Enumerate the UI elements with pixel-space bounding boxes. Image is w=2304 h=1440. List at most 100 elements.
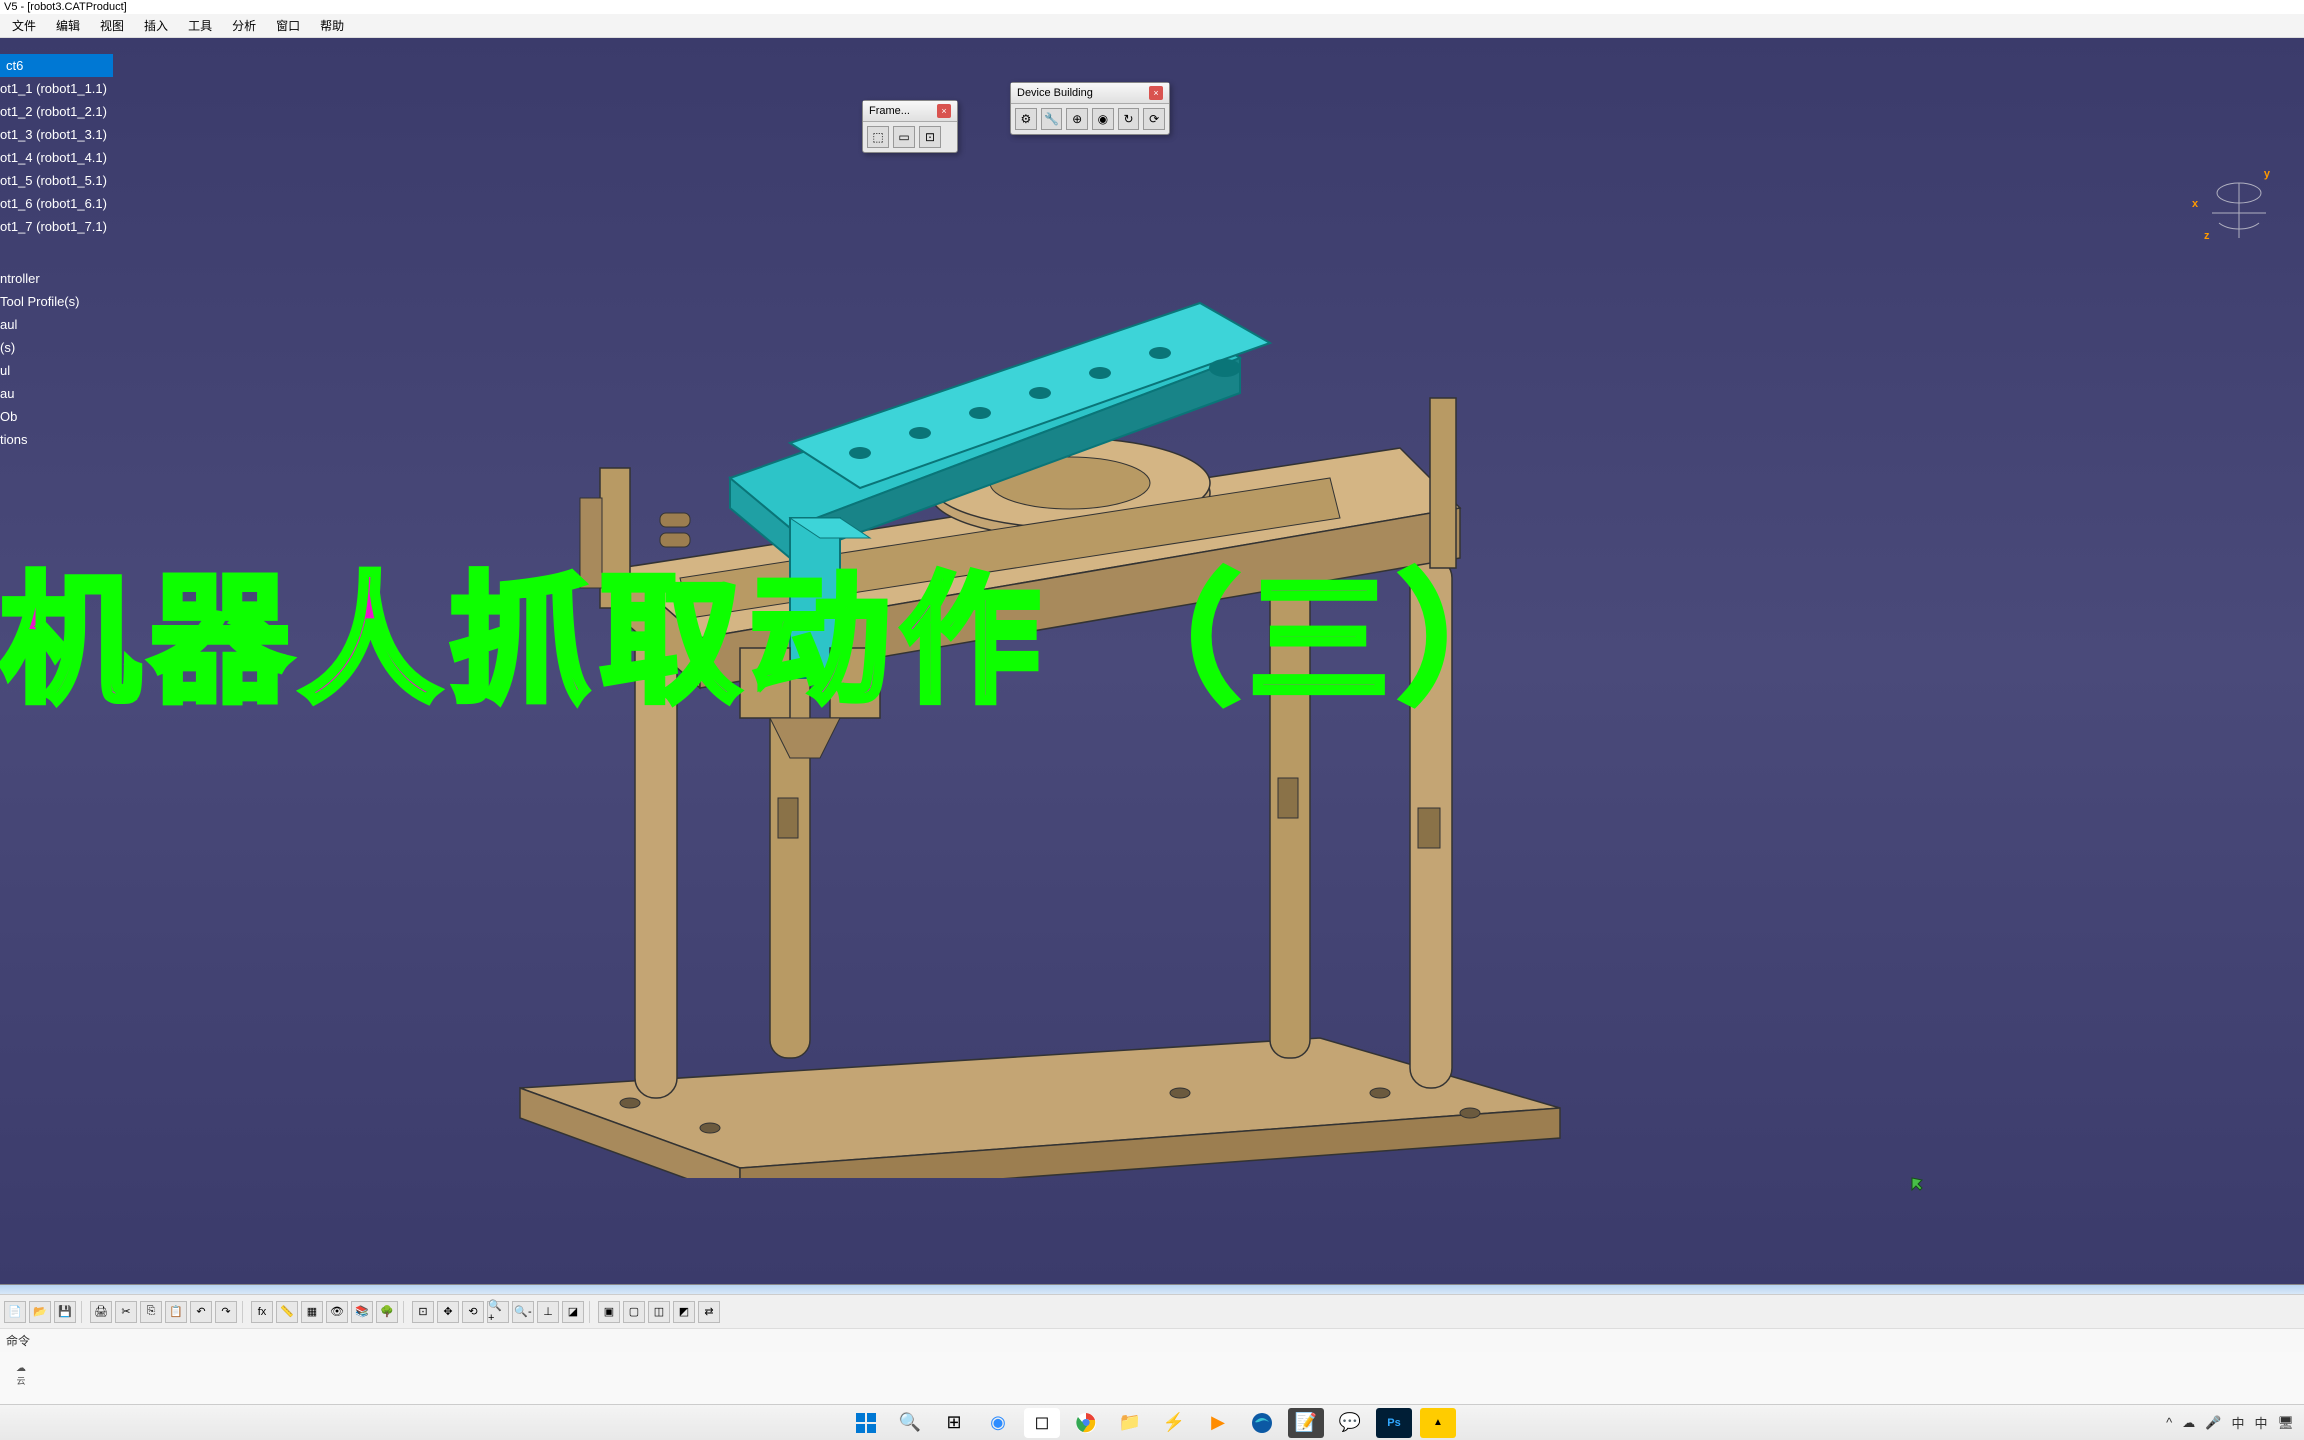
tool-new-icon[interactable]: 📄 — [4, 1301, 26, 1323]
tool-copy-icon[interactable]: ⎘ — [140, 1301, 162, 1323]
menu-analyze[interactable]: 分析 — [222, 15, 266, 36]
tool-hide-icon[interactable]: ◫ — [648, 1301, 670, 1323]
tool-iso-icon[interactable]: ◪ — [562, 1301, 584, 1323]
tree-item[interactable]: Ob — [0, 405, 113, 428]
spec-tree[interactable]: ct6 ot1_1 (robot1_1.1) ot1_2 (robot1_2.1… — [0, 54, 113, 451]
tool-fit-icon[interactable]: ⊡ — [412, 1301, 434, 1323]
tool-cut-icon[interactable]: ✂ — [115, 1301, 137, 1323]
device-tool-icon[interactable]: ⟳ — [1143, 108, 1165, 130]
tree-item[interactable]: au — [0, 382, 113, 405]
menu-edit[interactable]: 编辑 — [46, 15, 90, 36]
search-icon[interactable]: 🔍 — [892, 1408, 928, 1438]
separator — [242, 1301, 246, 1323]
tree-item[interactable]: ot1_2 (robot1_2.1) — [0, 100, 113, 123]
systray-arrow-icon[interactable]: ^ — [2166, 1415, 2172, 1430]
tree-item[interactable]: tions — [0, 428, 113, 451]
toolbar-title: Device Building — [1017, 87, 1093, 99]
title-bar: V5 - [robot3.CATProduct] — [0, 0, 2304, 14]
tool-measure-icon[interactable]: 📏 — [276, 1301, 298, 1323]
menu-view[interactable]: 视图 — [90, 15, 134, 36]
tool-print-icon[interactable]: 🖨 — [90, 1301, 112, 1323]
windows-taskbar: 🔍 ⊞ ◉ ◻ 📁 ⚡ ▶ 📝 💬 Ps ▲ ^ ☁ 🎤 中 中 🖥 — [0, 1404, 2304, 1440]
tree-item[interactable]: ot1_6 (robot1_6.1) — [0, 192, 113, 215]
tree-item[interactable]: ntroller — [0, 267, 113, 290]
device-tool-icon[interactable]: ◉ — [1092, 108, 1114, 130]
menu-insert[interactable]: 插入 — [134, 15, 178, 36]
tree-item[interactable]: ul — [0, 359, 113, 382]
tree-item[interactable]: ot1_3 (robot1_3.1) — [0, 123, 113, 146]
tool-swap-icon[interactable]: ⇄ — [698, 1301, 720, 1323]
task-view-icon[interactable]: ⊞ — [936, 1408, 972, 1438]
device-tool-icon[interactable]: 🔧 — [1041, 108, 1063, 130]
frame-tool-icon[interactable]: ▭ — [893, 126, 915, 148]
device-tool-icon[interactable]: ⊕ — [1066, 108, 1088, 130]
tool-show-icon[interactable]: ◩ — [673, 1301, 695, 1323]
close-icon[interactable]: × — [937, 104, 951, 118]
tool-normal-icon[interactable]: ⊥ — [537, 1301, 559, 1323]
app-catia-icon[interactable]: ▲ — [1420, 1408, 1456, 1438]
tree-root[interactable]: ct6 — [0, 54, 113, 77]
tool-open-icon[interactable]: 📂 — [29, 1301, 51, 1323]
tree-item[interactable]: aul — [0, 313, 113, 336]
tree-item[interactable]: (s) — [0, 336, 113, 359]
device-tool-icon[interactable]: ↻ — [1118, 108, 1140, 130]
tool-tree-icon[interactable]: 🌳 — [376, 1301, 398, 1323]
tool-wire-icon[interactable]: ▢ — [623, 1301, 645, 1323]
tool-view-icon[interactable]: 👁 — [326, 1301, 348, 1323]
menu-help[interactable]: 帮助 — [310, 15, 354, 36]
tree-item[interactable] — [0, 244, 113, 267]
start-button-icon[interactable] — [848, 1408, 884, 1438]
status-bar — [0, 1284, 2304, 1294]
app-wechat-icon[interactable]: 💬 — [1332, 1408, 1368, 1438]
tree-item[interactable]: Tool Profile(s) — [0, 290, 113, 313]
tool-undo-icon[interactable]: ↶ — [190, 1301, 212, 1323]
compass-widget[interactable]: x y z — [2194, 168, 2284, 258]
close-icon[interactable]: × — [1149, 86, 1163, 100]
tool-zoom-in-icon[interactable]: 🔍+ — [487, 1301, 509, 1323]
tree-item[interactable]: ot1_5 (robot1_5.1) — [0, 169, 113, 192]
separator — [403, 1301, 407, 1323]
tool-redo-icon[interactable]: ↷ — [215, 1301, 237, 1323]
app-generic-icon[interactable]: ◻ — [1024, 1408, 1060, 1438]
app-zoom-icon[interactable]: ◉ — [980, 1408, 1016, 1438]
toolbar-header[interactable]: Frame... × — [863, 101, 957, 122]
device-tool-icon[interactable]: ⚙ — [1015, 108, 1037, 130]
systray-ime-label[interactable]: 中 — [2231, 1413, 2244, 1432]
separator — [81, 1301, 85, 1323]
tool-grid-icon[interactable]: ▦ — [301, 1301, 323, 1323]
tool-shade-icon[interactable]: ▣ — [598, 1301, 620, 1323]
tool-pan-icon[interactable]: ✥ — [437, 1301, 459, 1323]
frame-toolbar[interactable]: Frame... × ⬚ ▭ ⊡ — [862, 100, 958, 153]
systray-cloud-icon[interactable]: ☁ — [2182, 1415, 2195, 1431]
app-note-icon[interactable]: 📝 — [1288, 1408, 1324, 1438]
viewport-3d[interactable]: ct6 ot1_1 (robot1_1.1) ot1_2 (robot1_2.1… — [0, 38, 2304, 1284]
tool-zoom-out-icon[interactable]: 🔍- — [512, 1301, 534, 1323]
toolbar-header[interactable]: Device Building × — [1011, 83, 1169, 104]
systray-mic-icon[interactable]: 🎤 — [2205, 1415, 2221, 1431]
tool-fx-icon[interactable]: fx — [251, 1301, 273, 1323]
tool-paste-icon[interactable]: 📋 — [165, 1301, 187, 1323]
tree-item[interactable]: ot1_4 (robot1_4.1) — [0, 146, 113, 169]
compass-x-label: x — [2192, 198, 2198, 210]
frame-tool-icon[interactable]: ⊡ — [919, 126, 941, 148]
menu-window[interactable]: 窗口 — [266, 15, 310, 36]
app-player-icon[interactable]: ▶ — [1200, 1408, 1236, 1438]
app-explorer-icon[interactable]: 📁 — [1112, 1408, 1148, 1438]
menu-tools[interactable]: 工具 — [178, 15, 222, 36]
tool-rotate-icon[interactable]: ⟲ — [462, 1301, 484, 1323]
menu-file[interactable]: 文件 — [2, 15, 46, 36]
tool-catalog-icon[interactable]: 📚 — [351, 1301, 373, 1323]
desktop-shortcut-icon[interactable]: ☁云 — [8, 1363, 34, 1393]
app-chrome-icon[interactable] — [1068, 1408, 1104, 1438]
systray-monitor-icon[interactable]: 🖥 — [2277, 1415, 2294, 1431]
frame-tool-icon[interactable]: ⬚ — [867, 126, 889, 148]
app-photoshop-icon[interactable]: Ps — [1376, 1408, 1412, 1438]
tree-item[interactable]: ot1_7 (robot1_7.1) — [0, 215, 113, 238]
command-bar[interactable]: 命令 — [0, 1328, 2304, 1352]
device-building-toolbar[interactable]: Device Building × ⚙ 🔧 ⊕ ◉ ↻ ⟳ — [1010, 82, 1170, 135]
tool-save-icon[interactable]: 💾 — [54, 1301, 76, 1323]
app-edge-icon[interactable] — [1244, 1408, 1280, 1438]
tree-item[interactable]: ot1_1 (robot1_1.1) — [0, 77, 113, 100]
app-thunder-icon[interactable]: ⚡ — [1156, 1408, 1192, 1438]
systray-ime-label[interactable]: 中 — [2254, 1413, 2267, 1432]
